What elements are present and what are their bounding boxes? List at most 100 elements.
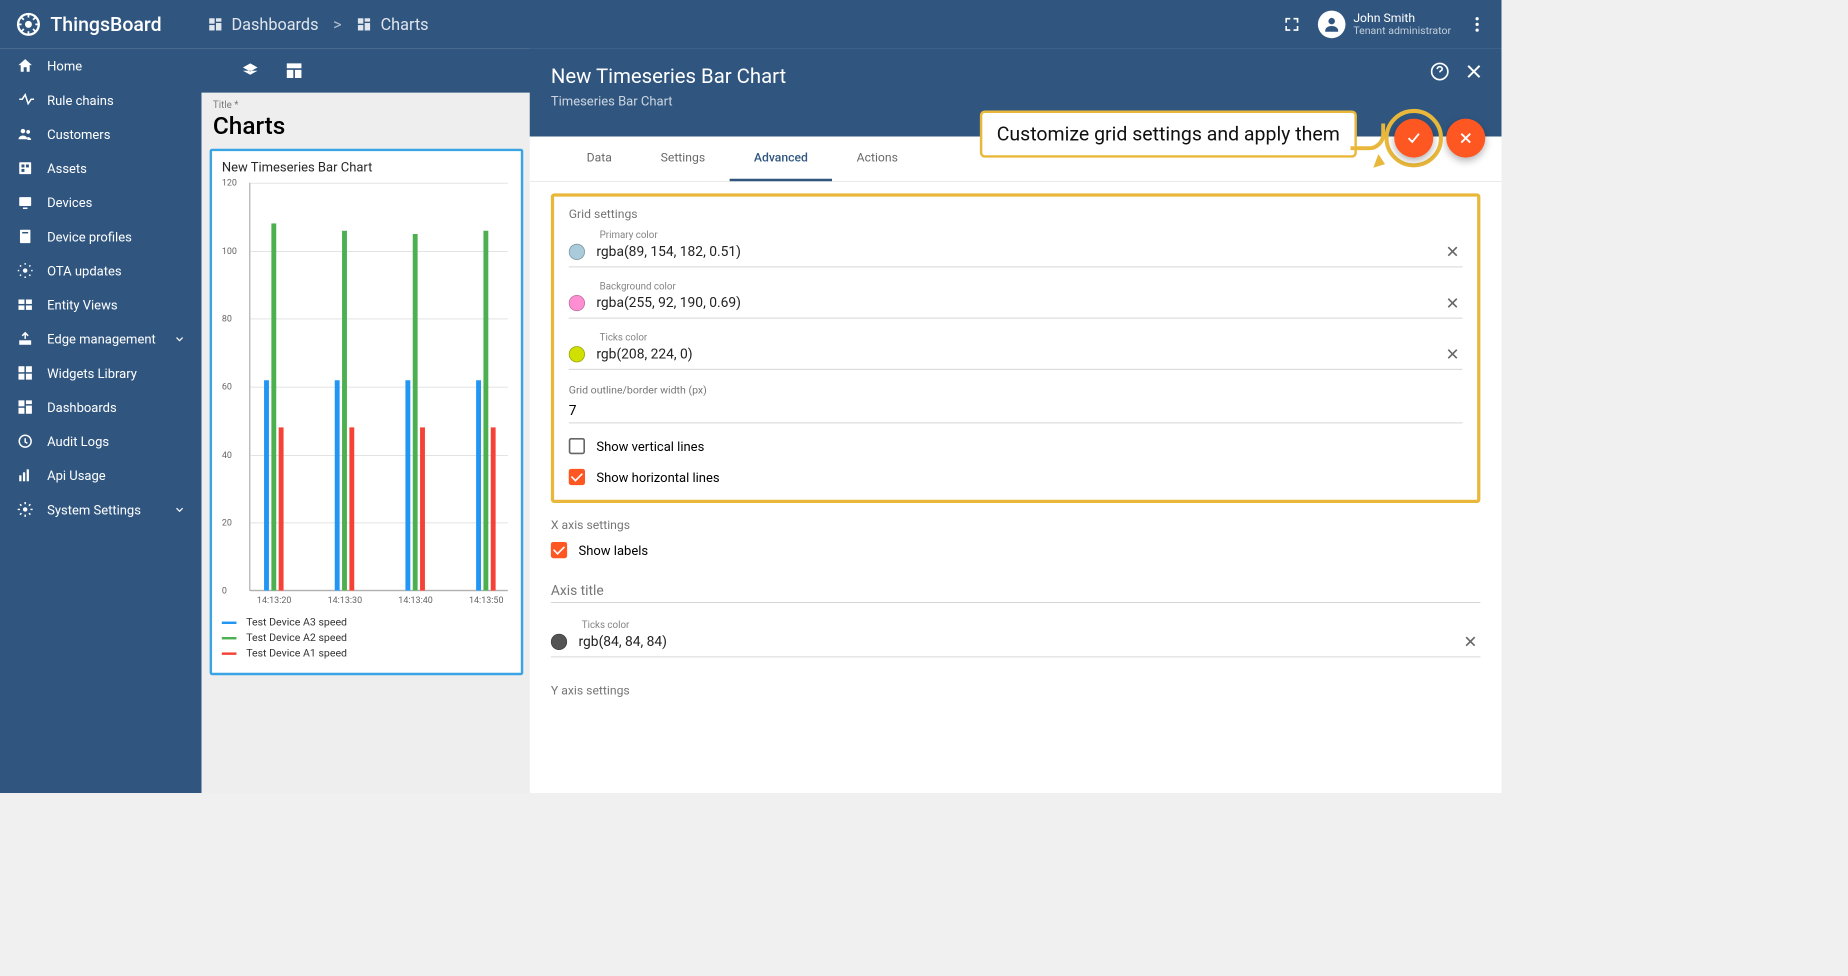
tab-settings[interactable]: Settings (636, 137, 729, 182)
section-title: Y axis settings (551, 683, 1481, 698)
dashboard-icon (207, 16, 223, 32)
sidebar-item-entity-views[interactable]: Entity Views (0, 288, 202, 322)
label: Edge management (47, 331, 156, 346)
label: OTA updates (47, 263, 121, 278)
show-vertical-checkbox[interactable]: Show vertical lines (569, 438, 1463, 454)
checkbox-icon[interactable] (551, 542, 567, 558)
app-header: ThingsBoard Dashboards > Charts John Smi… (0, 0, 1502, 49)
dashboard-title[interactable]: Charts (213, 112, 523, 140)
primary-color-field[interactable]: Primary color rgba(89, 154, 182, 0.51) ✕ (569, 231, 1463, 268)
cancel-button[interactable] (1446, 119, 1485, 158)
person-icon (1322, 15, 1342, 35)
label: Customers (47, 126, 110, 141)
color-swatch[interactable] (569, 295, 585, 311)
axis-title-input[interactable] (551, 579, 1481, 603)
sidebar-item-device-profiles[interactable]: Device profiles (0, 219, 202, 253)
breadcrumb: Dashboards > Charts (207, 15, 428, 35)
color-swatch[interactable] (569, 244, 585, 260)
sidebar-item-devices[interactable]: Devices (0, 185, 202, 219)
checkbox-label: Show horizontal lines (596, 469, 719, 484)
section-title: X axis settings (551, 518, 1481, 533)
section-title: Grid settings (569, 206, 1463, 221)
clear-icon[interactable]: ✕ (1442, 242, 1462, 262)
chevron-down-icon (172, 502, 187, 517)
sidebar-item-customers[interactable]: Customers (0, 117, 202, 151)
sidebar-item-home[interactable]: Home (0, 49, 202, 83)
label: Api Usage (47, 468, 106, 483)
tab-advanced[interactable]: Advanced (730, 137, 833, 182)
label: Assets (47, 160, 87, 175)
dashboard-canvas: Title * Charts New Timeseries Bar Chart … (202, 93, 1502, 793)
ticks-color-field[interactable]: Ticks color rgb(208, 224, 0) ✕ (569, 333, 1463, 370)
sidebar-item-assets[interactable]: Assets (0, 151, 202, 185)
check-icon (1405, 129, 1423, 147)
layouts-icon[interactable] (284, 61, 304, 81)
user-name: John Smith (1353, 11, 1451, 26)
field-label: Background color (600, 280, 676, 291)
apply-button[interactable] (1394, 119, 1433, 158)
avatar (1318, 11, 1346, 39)
tab-actions[interactable]: Actions (832, 137, 922, 182)
widget-edit-panel: New Timeseries Bar Chart Timeseries Bar … (530, 49, 1502, 793)
main-area: Realtime - last minute Title * Charts Ne… (202, 49, 1502, 793)
label: Device profiles (47, 229, 132, 244)
dashboard-icon (356, 16, 372, 32)
sidebar-item-audit[interactable]: Audit Logs (0, 424, 202, 458)
more-icon[interactable] (1467, 15, 1487, 35)
field-value: rgba(255, 92, 190, 0.69) (596, 295, 1442, 311)
clear-icon[interactable]: ✕ (1442, 345, 1462, 365)
breadcrumb-root[interactable]: Dashboards (231, 15, 318, 35)
panel-subtitle: Timeseries Bar Chart (551, 93, 1481, 108)
outline-width-label: Grid outline/border width (px) (569, 384, 1463, 396)
x-ticks-color-field[interactable]: Ticks color rgb(84, 84, 84) ✕ (551, 621, 1481, 658)
label: Devices (47, 195, 92, 210)
clear-icon[interactable]: ✕ (1442, 293, 1462, 313)
sidebar-item-edge[interactable]: Edge management (0, 322, 202, 356)
breadcrumb-separator: > (333, 15, 342, 35)
checkbox-icon[interactable] (569, 469, 585, 485)
breadcrumb-current[interactable]: Charts (381, 15, 429, 35)
widget-card[interactable]: New Timeseries Bar Chart 020406080100120… (210, 149, 524, 676)
clear-icon[interactable]: ✕ (1460, 632, 1480, 652)
chart-legend: Test Device A3 speedTest Device A2 speed… (222, 617, 511, 660)
tab-data[interactable]: Data (562, 137, 636, 182)
user-role: Tenant administrator (1353, 25, 1451, 38)
sidebar-item-ota[interactable]: OTA updates (0, 254, 202, 288)
panel-body[interactable]: Grid settings Primary color rgba(89, 154… (530, 182, 1502, 793)
panel-title: New Timeseries Bar Chart (551, 65, 1481, 89)
field-label: Ticks color (600, 332, 648, 343)
outline-width-input[interactable] (569, 400, 1463, 424)
chart-plot: 02040608010012014:13:2014:13:3014:13:401… (222, 183, 511, 606)
color-swatch[interactable] (551, 634, 567, 650)
close-icon (1457, 129, 1475, 147)
show-horizontal-checkbox[interactable]: Show horizontal lines (569, 469, 1463, 485)
sidebar: Home Rule chains Customers Assets Device… (0, 49, 202, 793)
help-icon[interactable] (1430, 62, 1450, 82)
field-label: Primary color (600, 229, 658, 240)
layers-icon[interactable] (241, 61, 261, 81)
grid-settings-section: Grid settings Primary color rgba(89, 154… (551, 193, 1481, 503)
field-value: rgb(208, 224, 0) (596, 346, 1442, 362)
fullscreen-icon[interactable] (1282, 15, 1302, 35)
logo-icon (15, 11, 43, 39)
sidebar-item-rule-chains[interactable]: Rule chains (0, 83, 202, 117)
tutorial-callout: Customize grid settings and apply them (980, 111, 1357, 158)
field-label: Ticks color (582, 619, 630, 630)
sidebar-item-widgets[interactable]: Widgets Library (0, 356, 202, 390)
background-color-field[interactable]: Background color rgba(255, 92, 190, 0.69… (569, 282, 1463, 319)
sidebar-item-dashboards[interactable]: Dashboards (0, 390, 202, 424)
color-swatch[interactable] (569, 346, 585, 362)
checkbox-icon[interactable] (569, 438, 585, 454)
show-labels-checkbox[interactable]: Show labels (551, 542, 1481, 558)
sidebar-item-api[interactable]: Api Usage (0, 458, 202, 492)
label: System Settings (47, 502, 141, 517)
field-value: rgb(84, 84, 84) (579, 634, 1461, 650)
logo-text: ThingsBoard (50, 13, 161, 36)
user-menu[interactable]: John Smith Tenant administrator (1318, 11, 1452, 39)
label: Home (47, 58, 82, 73)
sidebar-item-system[interactable]: System Settings (0, 492, 202, 526)
label: Dashboards (47, 399, 117, 414)
close-icon[interactable] (1464, 62, 1484, 82)
checkbox-label: Show labels (579, 542, 649, 557)
widget-title: New Timeseries Bar Chart (222, 159, 511, 174)
